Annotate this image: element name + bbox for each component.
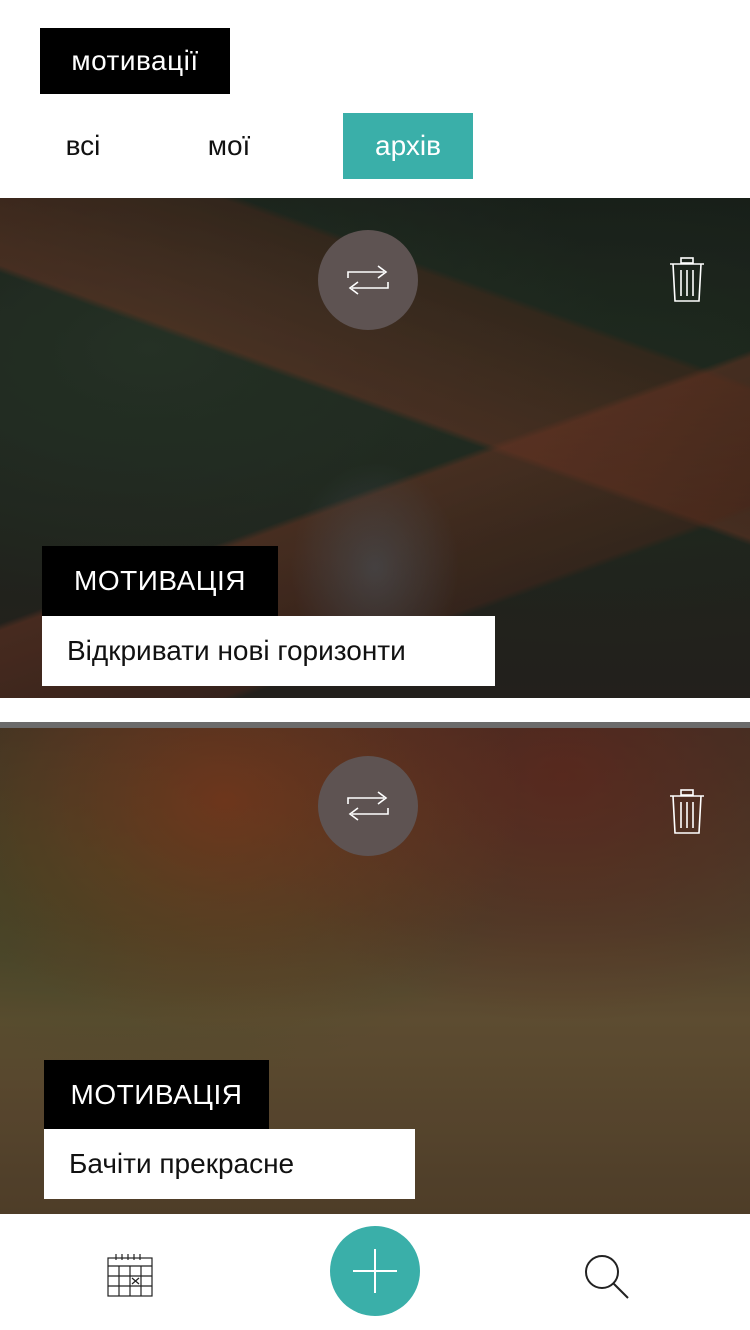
- repeat-icon: [347, 265, 389, 295]
- search-icon: [585, 1255, 629, 1299]
- calendar-icon: [107, 1254, 153, 1297]
- tab-mine[interactable]: мої: [186, 113, 272, 179]
- page-title: мотивації: [40, 28, 230, 94]
- tab-all[interactable]: всі: [40, 113, 126, 179]
- calendar-button[interactable]: [106, 1250, 154, 1298]
- repeat-button[interactable]: [318, 756, 418, 856]
- trash-icon: [670, 257, 704, 302]
- trash-icon: [670, 789, 704, 834]
- add-button[interactable]: [330, 1226, 420, 1316]
- plus-icon: [353, 1249, 397, 1293]
- card-category-label: МОТИВАЦІЯ: [44, 1060, 269, 1130]
- search-button[interactable]: [582, 1252, 630, 1300]
- delete-button[interactable]: [667, 788, 707, 836]
- card-text: Бачіти прекрасне: [44, 1129, 415, 1199]
- card-text: Відкривати нові горизонти: [42, 616, 495, 686]
- repeat-icon: [347, 791, 389, 821]
- card-category-label: МОТИВАЦІЯ: [42, 546, 278, 616]
- repeat-button[interactable]: [318, 230, 418, 330]
- motivation-card[interactable]: МОТИВАЦІЯ Бачіти прекрасне: [0, 728, 750, 1214]
- motivation-card[interactable]: МОТИВАЦІЯ Відкривати нові горизонти: [0, 198, 750, 698]
- delete-button[interactable]: [667, 256, 707, 304]
- tab-archive[interactable]: архів: [343, 113, 473, 179]
